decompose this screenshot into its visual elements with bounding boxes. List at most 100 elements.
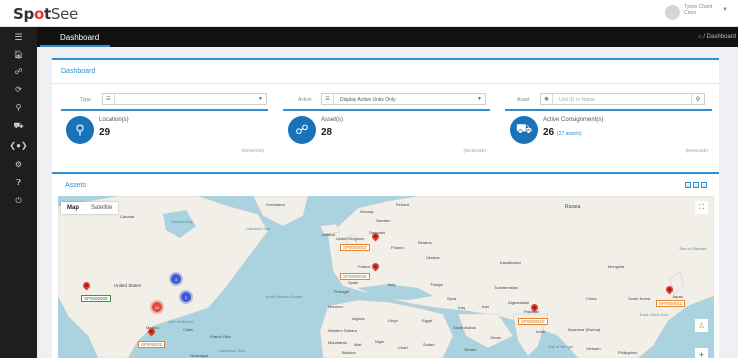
place-label: Portugal [334,289,349,294]
place-label: East China Sea [640,312,668,317]
search-icon[interactable]: ⚲ [691,94,704,104]
marker-cluster[interactable]: 10 [152,302,162,312]
tag-icon: ◉ [541,94,553,104]
consignments-card: ⛟ Active Consignment(s) 26 (27 assets) (… [505,109,712,155]
assets-map[interactable]: Canada Hudson Bay Labrador Sea Greenland… [58,196,714,358]
fullscreen-icon[interactable]: ⛶ [695,201,708,214]
place-label: Gulf of Mexico [168,319,194,324]
place-label: Belarus [418,240,432,245]
marker-cluster[interactable]: 2 [181,292,191,302]
place-label: Iceland [322,232,335,237]
place-label: United States [114,283,142,288]
consignments-count: 26 [543,127,555,138]
logo-text-left: Sp [13,5,34,23]
place-label: Chad [398,345,408,350]
place-label: Norway [360,209,374,214]
place-label: France [358,264,371,269]
place-label: Labrador Sea [246,226,271,231]
asset-marker-label[interactable]: SP0000005 [340,273,370,280]
place-label: Sea of Okhotsk [679,246,707,251]
map-type-toggle: Map Satellite [61,202,119,214]
place-label: Saudi Arabia [453,325,476,330]
place-label: Syria [447,296,457,301]
asset-marker-label[interactable]: SP0000003 [340,244,370,251]
asset-marker-label[interactable]: SP0000009 [81,295,111,302]
type-select[interactable]: ☰ ▼ [102,93,267,105]
sidebar: ☰ 🏠︎ ☍ ⟳ ⚲ ⛟ ❮●❯ ⚙ ❓︎ ⏻ [0,27,37,358]
consignments-assets-link[interactable]: (27 assets) [557,131,582,137]
user-role: Ctars [684,10,696,16]
place-label: Turkmenistan [494,285,519,290]
list-icon: ☰ [103,94,115,104]
active-select[interactable]: ☰ Display Active Units Only ▼ [321,93,486,105]
place-label: Caribbean Sea [218,348,245,353]
network-icon: ☍ [288,116,316,144]
location-icon[interactable]: ⚲ [0,100,37,114]
place-label: Mali [354,342,362,347]
home-icon[interactable]: 🏠︎ [0,47,37,61]
refresh-icon[interactable]: ⟳ [0,82,37,96]
place-label: Western Sahara [328,328,357,333]
place-label: Iraq [458,305,465,310]
map-pin-icon: ⚲ [66,116,94,144]
asset-marker-label[interactable]: SP000022 [138,341,166,348]
asset-marker-label[interactable]: SP0000010 [518,318,548,325]
satellite-view-button[interactable]: Satellite [85,202,118,214]
place-label: Nicaragua [190,353,209,358]
signal-icon[interactable]: ❮●❯ [0,138,37,152]
chevron-down-icon[interactable]: ▼ [722,7,728,13]
active-label: Active [298,97,312,103]
place-label: Vietnam [586,346,601,351]
divider [52,83,719,84]
locations-card: ⚲ Location(s) 29 (MANAGE) [61,109,268,155]
type-label: Type [80,97,91,103]
place-label: Russia [565,204,581,210]
page-header: Dashboard ⌂ / Dashboard [37,27,738,47]
home-icon[interactable]: ⌂ [698,34,702,40]
help-icon[interactable]: ❓︎ [0,176,37,190]
manage-consignments-link[interactable]: (MANAGE) [686,148,709,153]
asset-marker-label[interactable]: SP0000011 [656,300,686,307]
network-icon[interactable]: ☍ [0,64,37,78]
power-icon[interactable]: ⏻ [0,194,37,208]
user-menu[interactable]: Tyson Chard Ctars [684,4,712,16]
asset-search-input[interactable]: Unit ID or Name [559,97,595,103]
place-label: Finland [396,202,410,207]
truck-icon: ⛟ [510,116,538,144]
place-label: Türkiye [430,282,444,287]
chevron-down-icon: ▼ [258,96,263,102]
place-label: Libya [388,318,398,323]
card-value: 26 (27 assets) [543,127,582,138]
logo[interactable]: SpotSee [13,5,78,23]
asset-search[interactable]: ◉ Unit ID or Name ⚲ [540,93,705,105]
card-label: Asset(s) [321,117,344,123]
truck-icon[interactable]: ⛟ [0,119,37,133]
manage-assets-link[interactable]: (MANAGE) [464,148,487,153]
card-label: Active Consignment(s) [543,117,604,123]
list-icon: ☰ [322,94,334,104]
breadcrumb-current: / Dashboard [703,34,736,40]
zoom-in-button[interactable]: + [695,348,708,358]
map-view-button[interactable]: Map [61,202,85,214]
page-title: Dashboard [60,33,100,42]
settings-icon[interactable]: ⚙ [0,157,37,171]
breadcrumb[interactable]: ⌂ / Dashboard [698,34,736,40]
place-label: Sudan [423,342,435,347]
place-label: Spain [348,280,359,285]
place-label: Bay of Bengal [548,344,573,349]
locations-count: 29 [99,127,111,138]
manage-locations-link[interactable]: (MANAGE) [242,148,265,153]
place-label: Sweden [376,218,391,223]
place-label: Poland [391,245,404,250]
card-label: Location(s) [99,117,129,123]
menu-icon[interactable]: ☰ [0,30,37,44]
place-label: Kazakhstan [500,260,521,265]
asset-label: Asset [517,97,530,103]
avatar[interactable] [665,5,680,20]
place-label: Mauritania [328,340,347,345]
marker-cluster[interactable]: 3 [171,274,181,284]
panel-title: Dashboard [61,68,96,75]
street-view-icon[interactable]: ♙ [695,319,708,332]
active-select-value: Display Active Units Only [340,97,396,103]
place-label: Myanmar (Burma) [568,327,601,332]
